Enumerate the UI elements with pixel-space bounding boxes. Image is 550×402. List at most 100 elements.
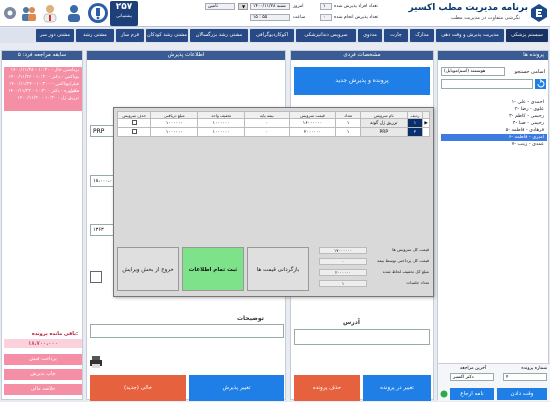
financial-summary-button[interactable]: خلاصه مالی <box>4 384 82 395</box>
nav-tab-9[interactable]: فرم ساز <box>116 29 144 42</box>
tree-item[interactable]: ۱- احمدی - علی <box>441 99 547 106</box>
col-qty: تعداد <box>335 111 361 119</box>
nav-tab-1[interactable]: مدیریت پذیرش و وقت دهی <box>436 29 504 42</box>
notification-icon[interactable] <box>88 3 108 23</box>
admission-header: اطلاعات پذیرش <box>87 51 285 60</box>
service-field[interactable]: PRP <box>90 125 114 137</box>
delete-case-button[interactable]: حذف پرونده <box>294 375 360 401</box>
new-case-button[interactable]: پرونده و پذیرش جدید <box>294 67 430 95</box>
qty-field[interactable]: ۱۳۶۳ <box>90 224 114 236</box>
tree-item[interactable]: ۳- رحیمی - کاظم <box>441 113 547 120</box>
support-badge[interactable]: ۲۵۷ پشتیبانی <box>110 1 138 26</box>
summary-label: قیمت کل پرداختی توسط بیمه <box>376 258 429 263</box>
nav-tab-4[interactable]: مددوی <box>358 29 382 42</box>
tree-item[interactable]: ۲- علوی - رضا <box>441 106 547 113</box>
support-count: ۲۵۷ <box>115 2 133 12</box>
whatsapp-icon[interactable] <box>440 388 448 400</box>
history-item[interactable]: ۱۴۰۰/۱۱/۲۶ - ۱۰:۳۰ - بوتاکس - دکتر <box>4 74 82 81</box>
notes-field[interactable] <box>90 324 284 338</box>
exit-edit-button[interactable]: خروج از بخش ویرایش <box>117 247 179 291</box>
price-cell[interactable]: ۲۰۰۰۰۰۰ <box>288 127 337 137</box>
qty-cell[interactable]: ۱ <box>335 127 361 137</box>
delete-cell[interactable] <box>116 118 152 128</box>
admitted-label: تعداد افراد پذیرش شده <box>334 4 378 9</box>
nav-tab-6[interactable]: اکوکاردیوگرافی <box>250 29 294 42</box>
history-item[interactable]: ۱۴۰۰/۱۱/۲۴ - ۱۰:۳۰ - فیلر/بوتاکس - دکتر <box>4 81 82 94</box>
refresh-icon[interactable] <box>535 79 546 89</box>
doctor-icon[interactable] <box>40 3 60 23</box>
col-marker <box>422 111 430 119</box>
nav-tab-0[interactable]: سیستم پزشکی <box>506 29 548 42</box>
address-field[interactable] <box>294 329 430 345</box>
history-item[interactable]: ۱۴۰۰/۱۱/۲۲ - ۱۰:۳۰ - مشاوره - دکتر <box>4 88 82 95</box>
insurance-cell[interactable]: ۰ <box>244 118 290 128</box>
staff-icon[interactable] <box>64 3 84 23</box>
date-label: امروز <box>293 4 304 9</box>
services-table: حذف سرویس مبلغ دریافتی تخفیف واحد بیمه پ… <box>116 111 430 137</box>
referral-button[interactable]: نامه ارجاع <box>450 388 494 400</box>
amount-field[interactable]: ۱۸،۰۰۰،۰۰۰ <box>90 175 118 187</box>
search-input[interactable] <box>441 79 533 89</box>
nav-tab-3[interactable]: چارت <box>384 29 408 42</box>
tree-item-selected[interactable]: ۶- امیری - فاطمه <box>441 134 547 141</box>
empty-new-button[interactable]: خالی (جدید) <box>90 375 186 401</box>
services-dialog: حذف سرویس مبلغ دریافتی تخفیف واحد بیمه پ… <box>113 107 434 297</box>
history-panel: سابقه مراجعه فرد: ۵ ۱۴۰۰/۱۱/۲۸ - ۱۰:۳۰ -… <box>1 50 83 400</box>
case-num-field[interactable]: ۴ <box>503 373 547 381</box>
users-icon[interactable] <box>20 3 38 23</box>
nav-tab-2[interactable]: مدارک <box>410 29 434 42</box>
received-cell[interactable]: ۱۰۰۰۰۰۰ <box>150 118 199 128</box>
small-header-button[interactable]: تامین <box>205 3 235 10</box>
save-all-button[interactable]: ثبت تمام اطلاعات <box>182 247 244 291</box>
case-num-label: شماره پرونده <box>521 366 547 371</box>
print-admit-button[interactable]: چاپ پذیرش <box>4 369 82 380</box>
history-item[interactable]: ۱۴۰۰/۱۱/۲۸ - ۱۰:۳۰ - برداشتن خال <box>4 67 82 74</box>
nav-tab-8[interactable]: مشتی رشد کودکان <box>146 29 188 42</box>
chevron-down-icon: ▼ <box>242 4 246 9</box>
delete-checkbox[interactable] <box>131 128 137 134</box>
dropdown-toggle[interactable]: ▼ <box>238 3 248 10</box>
change-case-button[interactable]: تغییر در پرونده <box>363 375 431 401</box>
nav-tab-7[interactable]: مشتی رشد بزرگسالان <box>190 29 248 42</box>
cases-tree: ۱- احمدی - علی ۲- علوی - رضا ۳- رحیمی - … <box>441 99 547 148</box>
tree-item[interactable]: ۷- عمدی - زینب <box>441 141 547 148</box>
received-cell[interactable]: ۱۰۰۰۰۰۰ <box>150 127 199 137</box>
qty-cell[interactable]: ۱ <box>335 118 361 128</box>
history-item[interactable]: ۱۴۰۰/۱۱/۲۰ - ۱۰:۳۰ - تزریق ژل <box>4 95 82 102</box>
change-admit-button[interactable]: تغییر پذیرش <box>189 375 284 401</box>
summary-label: مبلغ کل تخفیف لحاظ شده <box>382 269 429 274</box>
discount-cell[interactable]: ۱۰۰۰۰۰۰ <box>197 118 246 128</box>
option-checkbox[interactable] <box>90 271 102 283</box>
settings-icon[interactable] <box>2 3 18 23</box>
pay-receipt-button[interactable]: پرداخت فیش <box>4 354 82 365</box>
summary-value: ۰ <box>319 258 367 265</box>
personal-info-header: مشخصات فردی <box>291 51 433 60</box>
search-mode-select[interactable]: هوشمند (اسم/موبایل) <box>441 67 505 76</box>
nav-tab-5[interactable]: سرویس دندانپزشکی <box>296 29 356 42</box>
support-label: پشتیبانی <box>116 14 132 19</box>
service-cell[interactable]: تزریق ژل گونه <box>359 118 408 128</box>
time-value: ۱۵ : ۵۵ <box>250 14 290 21</box>
nav-tab-11[interactable]: مشتی دوز سر <box>36 29 74 42</box>
table-row[interactable]: ۱۰۰۰۰۰۰ ۱۰۰۰۰۰۰ ۰ ۱۶۰۰۰۰۰۰ ۱ تزریق ژل گو… <box>116 118 430 128</box>
printer-icon[interactable] <box>90 355 102 369</box>
tree-item[interactable]: ۴- رحیمی - صبا <box>441 120 547 127</box>
table-row[interactable]: ۱۰۰۰۰۰۰ ۱۰۰۰۰۰۰ ۰ ۲۰۰۰۰۰۰ ۱ PRP ۲ <box>116 127 430 137</box>
col-row: ردیف <box>406 111 424 119</box>
price-cell[interactable]: ۱۶۰۰۰۰۰۰ <box>288 118 337 128</box>
history-header: سابقه مراجعه فرد: ۵ <box>2 51 82 60</box>
last-visit-field[interactable]: دکتر اکسیر <box>450 373 494 381</box>
give-time-button[interactable]: وقت دادن <box>497 388 547 400</box>
cases-panel: پرونده ها اسامی جستجو هوشمند (اسم/موبایل… <box>437 50 550 401</box>
row-marker-icon: ▶ <box>422 118 430 128</box>
nav-tab-10[interactable]: مشتی رشد <box>76 29 114 42</box>
delete-cell[interactable] <box>116 127 152 137</box>
tree-item[interactable]: ۵- فرهادی - فاطمه <box>441 127 547 134</box>
reset-prices-button[interactable]: بازگردانی قیمت ها <box>247 247 309 291</box>
discount-cell[interactable]: ۱۰۰۰۰۰۰ <box>197 127 246 137</box>
delete-checkbox[interactable] <box>131 119 137 125</box>
insurance-cell[interactable]: ۰ <box>244 127 290 137</box>
service-cell[interactable]: PRP <box>359 127 408 137</box>
cases-header: پرونده ها <box>438 51 548 60</box>
admitted-value: ۱ <box>320 3 332 10</box>
